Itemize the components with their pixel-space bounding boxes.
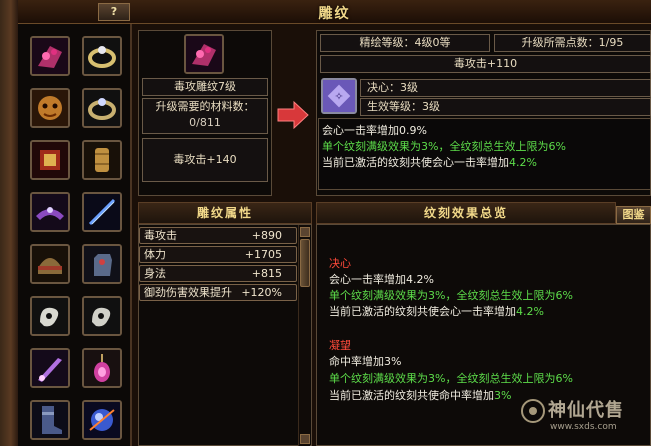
jewelry-icon xyxy=(186,36,222,72)
engraving-slot-10[interactable] xyxy=(82,244,122,284)
attribute-name: 身法 xyxy=(144,267,166,280)
engraving-slot-13[interactable] xyxy=(30,348,70,388)
left-frame-edge xyxy=(0,0,18,446)
scroll-down-icon[interactable] xyxy=(300,434,310,444)
material-requirement-box: 升级需要的材料数： 0/811 xyxy=(142,98,268,134)
blade-icon xyxy=(84,194,120,230)
jade-icon xyxy=(84,298,120,334)
attribute-row: 毒攻击 +890 xyxy=(139,227,297,244)
scroll-up-icon[interactable] xyxy=(300,227,310,237)
help-button[interactable]: ? xyxy=(98,3,130,21)
attribute-value: +1705 xyxy=(244,248,282,261)
engraving-slot-16[interactable] xyxy=(82,400,122,440)
effect-level: 生效等级：3级 xyxy=(360,98,651,116)
engraving-slot-3[interactable] xyxy=(30,88,70,128)
result-stat: 毒攻击+110 xyxy=(320,55,651,73)
overview-value: 3% xyxy=(494,389,512,402)
overview-header: 纹刻效果总览 xyxy=(316,202,616,224)
rune-icon: ✧ xyxy=(323,80,355,112)
result-desc-line-2: 单个纹刻满级效果为3%，全纹刻总生效上限为6% xyxy=(322,140,566,153)
engraving-list-panel xyxy=(18,24,132,446)
mask-icon xyxy=(32,90,68,126)
overview-text: 当前已激活的纹刻共使会心一击率增加 xyxy=(329,305,516,318)
title-bar: 雕纹 ? xyxy=(18,0,651,24)
attributes-header: 雕纹属性 xyxy=(138,202,312,224)
material-requirement-label: 升级需要的材料数： xyxy=(155,100,255,113)
material-requirement-value: 0/811 xyxy=(189,116,221,129)
helmet-icon xyxy=(32,246,68,282)
result-desc-text: 当前已激活的纹刻共使会心一击率增加 xyxy=(322,156,509,169)
overview-group-2-title: 凝望 xyxy=(329,339,351,352)
orb-icon xyxy=(84,402,120,438)
engraving-slot-11[interactable] xyxy=(30,296,70,336)
engraving-slot-7[interactable] xyxy=(30,192,70,232)
overview-value: 4.2% xyxy=(516,305,544,318)
attribute-name: 毒攻击 xyxy=(144,229,177,242)
engraving-slot-2[interactable] xyxy=(82,36,122,76)
engraving-slot-4[interactable] xyxy=(82,88,122,128)
bracer-icon xyxy=(84,142,120,178)
watermark: 神仙代售 www.sxds.com xyxy=(520,396,648,442)
result-desc-line-3: 当前已激活的纹刻共使会心一击率增加4.2% xyxy=(322,156,537,170)
attribute-value: +890 xyxy=(251,229,282,242)
overview-text: 当前已激活的纹刻共使命中率增加 xyxy=(329,389,494,402)
attribute-value: +815 xyxy=(251,267,282,280)
attribute-name: 御劲伤害效果提升 xyxy=(144,286,232,299)
engraving-slot-9[interactable] xyxy=(30,244,70,284)
engraving-stat: 毒攻击+140 xyxy=(173,153,237,166)
watermark-brand: 神仙代售 xyxy=(548,400,624,421)
refine-level: 精绘等级：4级0等 xyxy=(320,34,490,52)
result-desc-value: 4.2% xyxy=(509,156,537,169)
engraving-slot-15[interactable] xyxy=(30,400,70,440)
attribute-row: 身法 +815 xyxy=(139,265,297,282)
attributes-scrollbar[interactable] xyxy=(298,225,310,446)
boots-icon xyxy=(32,402,68,438)
engraving-slot-12[interactable] xyxy=(82,296,122,336)
overview-group-1-title: 决心 xyxy=(329,257,351,270)
scroll-icon xyxy=(32,142,68,178)
engraving-slot-8[interactable] xyxy=(82,192,122,232)
svg-text:✧: ✧ xyxy=(334,90,343,103)
engraving-slot-1[interactable] xyxy=(30,36,70,76)
result-desc-line-1: 会心一击率增加0.9% xyxy=(322,124,427,137)
overview-group-1-line-3: 当前已激活的纹刻共使会心一击率增加4.2% xyxy=(329,305,544,319)
current-engraving-icon xyxy=(184,34,224,74)
pendant-icon xyxy=(84,350,120,386)
engraving-slot-5[interactable] xyxy=(30,140,70,180)
upgrade-points: 升级所需点数：1/95 xyxy=(494,34,651,52)
attribute-value: +120% xyxy=(241,286,282,299)
codex-button[interactable]: 图鉴 xyxy=(616,206,651,224)
watermark-url: www.sxds.com xyxy=(550,422,617,432)
engraving-rune-icon: ✧ xyxy=(321,78,357,114)
rune-type-level: 决心：3级 xyxy=(360,79,651,97)
jewelry-icon xyxy=(32,38,68,74)
overview-group-1-line-2: 单个纹刻满级效果为3%，全纹刻总生效上限为6% xyxy=(329,289,573,302)
attribute-name: 体力 xyxy=(144,248,166,261)
engraving-name: 毒攻雕纹7级 xyxy=(142,78,268,96)
overview-group-2-line-3: 当前已激活的纹刻共使命中率增加3% xyxy=(329,389,511,403)
attribute-row: 体力 +1705 xyxy=(139,246,297,263)
gauntlet-icon xyxy=(84,246,120,282)
belt-icon xyxy=(32,194,68,230)
engraving-stat-box: 毒攻击+140 xyxy=(142,138,268,182)
overview-group-1-line-1: 会心一击率增加4.2% xyxy=(329,273,434,286)
overview-group-2-line-1: 命中率增加3% xyxy=(329,355,402,368)
watermark-logo-icon xyxy=(521,399,545,423)
ring-icon xyxy=(84,90,120,126)
overview-group-2-line-2: 单个纹刻满级效果为3%，全纹刻总生效上限为6% xyxy=(329,372,573,385)
dagger-icon xyxy=(32,350,68,386)
upgrade-arrow-icon xyxy=(277,100,309,130)
attribute-row: 御劲伤害效果提升 +120% xyxy=(139,284,297,301)
engraving-slot-14[interactable] xyxy=(82,348,122,388)
engraving-slot-6[interactable] xyxy=(82,140,122,180)
ring-icon xyxy=(84,38,120,74)
scroll-thumb[interactable] xyxy=(300,239,310,287)
jade-icon xyxy=(32,298,68,334)
